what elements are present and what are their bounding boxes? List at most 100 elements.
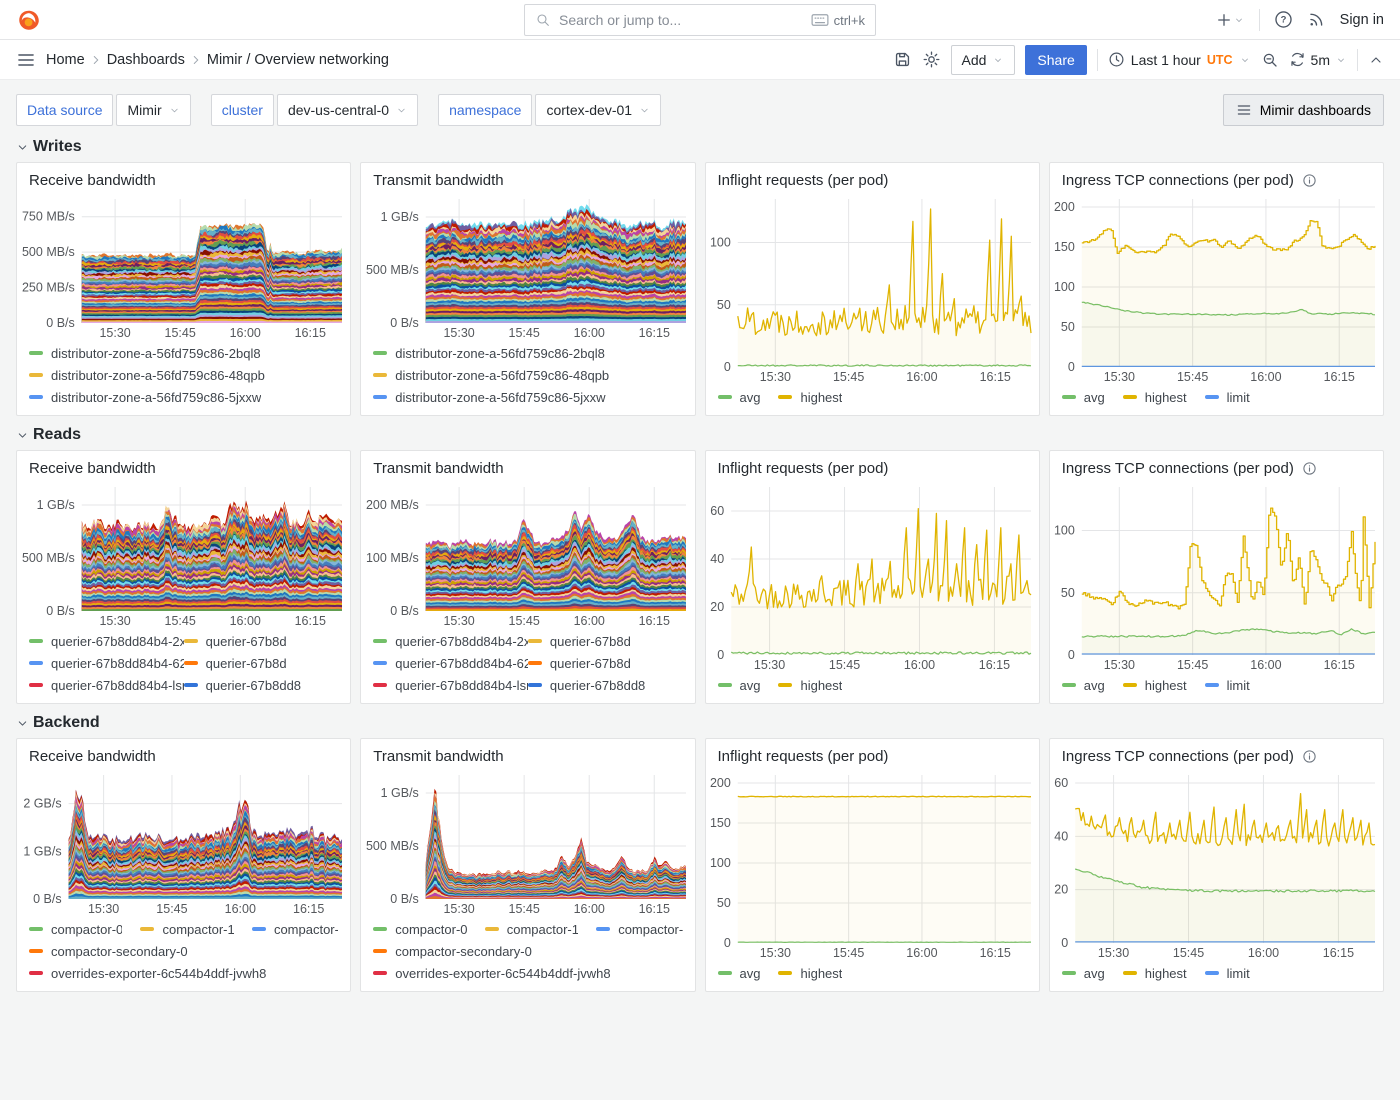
legend-item-distributor-zone-a-56fd759c86-2bql8[interactable]: distributor-zone-a-56fd759c86-2bql8: [29, 346, 261, 361]
section-header-writes[interactable]: Writes: [16, 132, 1384, 162]
legend-item-distributor-zone-a-56fd759c86-5jxxw[interactable]: distributor-zone-a-56fd759c86-5jxxw: [29, 390, 261, 405]
mega-menu-toggle[interactable]: [16, 50, 36, 70]
panel-info-icon[interactable]: [1302, 749, 1317, 764]
legend-item-querier-67b8dd84b4-lsrvt[interactable]: querier-67b8dd84b4-lsrvt: [373, 678, 528, 693]
panel-title[interactable]: Transmit bandwidth: [373, 460, 503, 477]
variable-namespace-label[interactable]: namespace: [438, 94, 532, 126]
legend-item-compactor-1[interactable]: compactor-1: [485, 922, 578, 937]
panel-info-icon[interactable]: [1302, 173, 1317, 188]
legend-series-color: [1062, 395, 1076, 399]
legend-item-avg[interactable]: avg: [718, 390, 761, 405]
help-button[interactable]: ?: [1274, 10, 1293, 29]
legend-item-limit[interactable]: limit: [1205, 678, 1250, 693]
collapse-toolbar-button[interactable]: [1368, 52, 1384, 68]
variable-datasource-value[interactable]: Mimir: [116, 94, 190, 126]
time-series-chart-transmit-bandwidth[interactable]: 0 B/s500 MB/s1 GB/s15:3015:4516:0016:15: [361, 769, 694, 917]
legend-item-limit[interactable]: limit: [1205, 966, 1250, 981]
legend-item-distributor-zone-a-56fd759c86-48qpb[interactable]: distributor-zone-a-56fd759c86-48qpb: [29, 368, 265, 383]
variable-datasource-label[interactable]: Data source: [16, 94, 113, 126]
time-range-picker[interactable]: Last 1 hour UTC: [1108, 51, 1251, 68]
legend-item-querier-67b8d[interactable]: querier-67b8d: [528, 634, 683, 649]
legend-item-querier-67b8d[interactable]: querier-67b8d: [528, 656, 683, 671]
legend-item-avg[interactable]: avg: [1062, 678, 1105, 693]
legend-item-distributor-zone-a-56fd759c86-2bql8[interactable]: distributor-zone-a-56fd759c86-2bql8: [373, 346, 605, 361]
panel-title[interactable]: Ingress TCP connections (per pod): [1062, 748, 1294, 765]
panel-title[interactable]: Receive bandwidth: [29, 172, 156, 189]
legend-item-querier-67b8dd8[interactable]: querier-67b8dd8: [184, 678, 339, 693]
time-series-chart-receive-bandwidth[interactable]: 0 B/s250 MB/s500 MB/s750 MB/s15:3015:451…: [17, 193, 350, 341]
legend-item-querier-67b8dd84b4-2xcwv[interactable]: querier-67b8dd84b4-2xcwv: [373, 634, 528, 649]
legend-item-querier-67b8dd84b4-lsrvt[interactable]: querier-67b8dd84b4-lsrvt: [29, 678, 184, 693]
panel-title[interactable]: Receive bandwidth: [29, 748, 156, 765]
time-series-chart-receive-bandwidth[interactable]: 0 B/s1 GB/s2 GB/s15:3015:4516:0016:15: [17, 769, 350, 917]
legend-item-limit[interactable]: limit: [1205, 390, 1250, 405]
panel-title[interactable]: Inflight requests (per pod): [718, 172, 889, 189]
search-input[interactable]: Search or jump to... ctrl+k: [524, 4, 876, 36]
sign-in-link[interactable]: Sign in: [1340, 12, 1384, 28]
time-series-chart-transmit-bandwidth[interactable]: 0 B/s500 MB/s1 GB/s15:3015:4516:0016:15: [361, 193, 694, 341]
legend-item-querier-67b8dd84b4-62qz7[interactable]: querier-67b8dd84b4-62qz7: [29, 656, 184, 671]
panel-header: Inflight requests (per pod): [706, 451, 1039, 481]
panel-title[interactable]: Inflight requests (per pod): [718, 460, 889, 477]
legend-item-highest[interactable]: highest: [1123, 966, 1187, 981]
panel-title[interactable]: Receive bandwidth: [29, 460, 156, 477]
panel-info-icon[interactable]: [1302, 461, 1317, 476]
time-series-chart-ingress-tcp-connections-per-pod[interactable]: 05010015020015:3015:4516:0016:15: [1050, 193, 1383, 385]
legend-item-highest[interactable]: highest: [778, 966, 842, 981]
legend-item-querier-67b8d[interactable]: querier-67b8d: [184, 634, 339, 649]
time-series-chart-inflight-requests-per-pod[interactable]: 05010015020015:3015:4516:0016:15: [706, 769, 1039, 961]
legend-item-overrides-exporter-6c544b4ddf-jvwh8[interactable]: overrides-exporter-6c544b4ddf-jvwh8: [29, 966, 266, 981]
variable-cluster-value[interactable]: dev-us-central-0: [277, 94, 418, 126]
legend-item-compactor-secondary-0[interactable]: compactor-secondary-0: [29, 944, 188, 959]
legend-item-overrides-exporter-6c544b4ddf-jvwh8[interactable]: overrides-exporter-6c544b4ddf-jvwh8: [373, 966, 610, 981]
share-button[interactable]: Share: [1025, 45, 1086, 75]
time-series-chart-inflight-requests-per-pod[interactable]: 020406015:3015:4516:0016:15: [706, 481, 1039, 673]
time-series-chart-ingress-tcp-connections-per-pod[interactable]: 020406015:3015:4516:0016:15: [1050, 769, 1383, 961]
legend-item-highest[interactable]: highest: [1123, 678, 1187, 693]
legend-item-compactor-0[interactable]: compactor-0: [373, 922, 466, 937]
mimir-dashboards-button[interactable]: Mimir dashboards: [1223, 94, 1384, 126]
panel-title[interactable]: Ingress TCP connections (per pod): [1062, 172, 1294, 189]
add-panel-button[interactable]: Add: [951, 45, 1016, 75]
legend-item-compactor[interactable]: compactor-: [252, 922, 338, 937]
legend-item-compactor-0[interactable]: compactor-0: [29, 922, 122, 937]
breadcrumb-dashboards[interactable]: Dashboards: [107, 52, 185, 68]
legend-item-compactor[interactable]: compactor-: [596, 922, 682, 937]
time-series-chart-inflight-requests-per-pod[interactable]: 05010015:3015:4516:0016:15: [706, 193, 1039, 385]
legend-item-highest[interactable]: highest: [778, 678, 842, 693]
panel-title[interactable]: Inflight requests (per pod): [718, 748, 889, 765]
variable-cluster-label[interactable]: cluster: [211, 94, 274, 126]
legend-item-distributor-zone-a-56fd759c86-48qpb[interactable]: distributor-zone-a-56fd759c86-48qpb: [373, 368, 609, 383]
legend-item-compactor-secondary-0[interactable]: compactor-secondary-0: [373, 944, 532, 959]
time-series-chart-ingress-tcp-connections-per-pod[interactable]: 05010015:3015:4516:0016:15: [1050, 481, 1383, 673]
section-header-reads[interactable]: Reads: [16, 420, 1384, 450]
add-menu-button[interactable]: [1215, 11, 1245, 29]
legend-item-avg[interactable]: avg: [718, 966, 761, 981]
refresh-picker[interactable]: 5m: [1289, 51, 1347, 68]
legend-item-compactor-1[interactable]: compactor-1: [140, 922, 233, 937]
legend-item-avg[interactable]: avg: [1062, 966, 1105, 981]
zoom-out-button[interactable]: [1261, 51, 1279, 69]
legend-item-highest[interactable]: highest: [1123, 390, 1187, 405]
time-series-chart-transmit-bandwidth[interactable]: 0 B/s100 MB/s200 MB/s15:3015:4516:0016:1…: [361, 481, 694, 629]
breadcrumb-home[interactable]: Home: [46, 52, 85, 68]
legend-item-distributor-zone-a-56fd759c86-5jxxw[interactable]: distributor-zone-a-56fd759c86-5jxxw: [373, 390, 605, 405]
save-dashboard-button[interactable]: [893, 50, 912, 69]
panel-title[interactable]: Transmit bandwidth: [373, 172, 503, 189]
grafana-logo[interactable]: [16, 7, 42, 33]
legend-series-color: [373, 373, 387, 377]
legend-item-avg[interactable]: avg: [718, 678, 761, 693]
legend-item-querier-67b8dd84b4-2xcwv[interactable]: querier-67b8dd84b4-2xcwv: [29, 634, 184, 649]
variable-namespace-value[interactable]: cortex-dev-01: [535, 94, 661, 126]
panel-title[interactable]: Transmit bandwidth: [373, 748, 503, 765]
dashboard-settings-button[interactable]: [922, 50, 941, 69]
panel-title[interactable]: Ingress TCP connections (per pod): [1062, 460, 1294, 477]
news-button[interactable]: [1307, 10, 1326, 29]
legend-item-highest[interactable]: highest: [778, 390, 842, 405]
section-header-backend[interactable]: Backend: [16, 708, 1384, 738]
time-series-chart-receive-bandwidth[interactable]: 0 B/s500 MB/s1 GB/s15:3015:4516:0016:15: [17, 481, 350, 629]
legend-item-querier-67b8dd8[interactable]: querier-67b8dd8: [528, 678, 683, 693]
legend-item-querier-67b8dd84b4-62qz7[interactable]: querier-67b8dd84b4-62qz7: [373, 656, 528, 671]
legend-item-querier-67b8d[interactable]: querier-67b8d: [184, 656, 339, 671]
legend-item-avg[interactable]: avg: [1062, 390, 1105, 405]
